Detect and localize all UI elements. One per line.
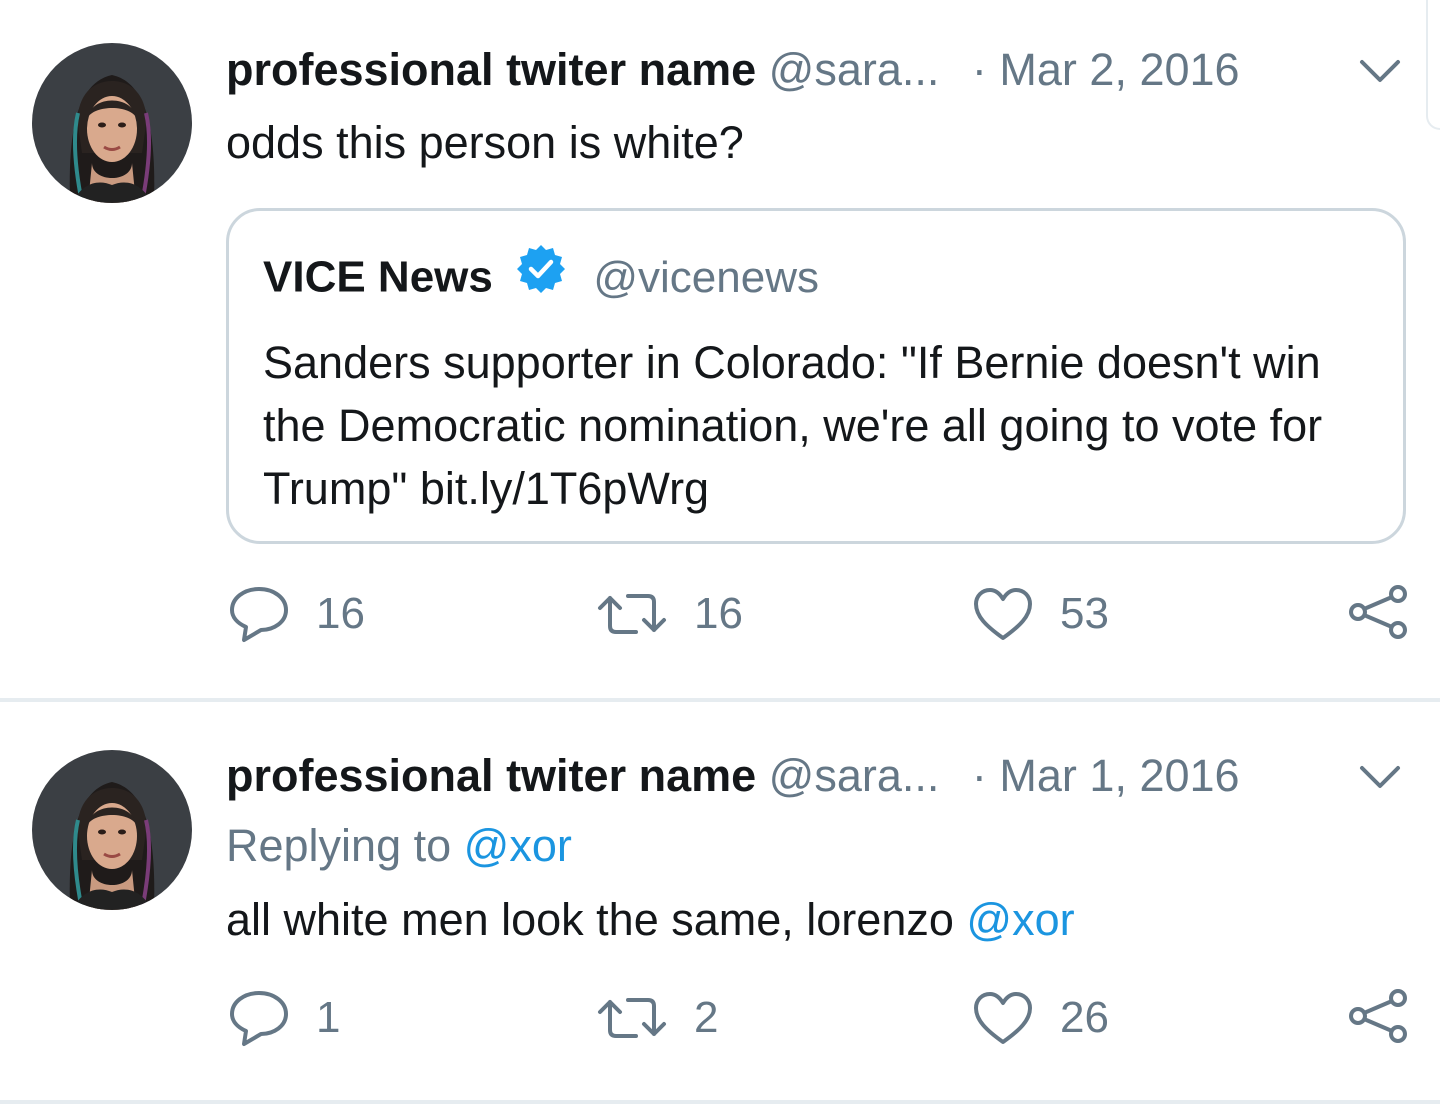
retweet-arrows-icon [598, 998, 666, 1038]
author-handle[interactable]: @sara... [769, 44, 940, 95]
avatar[interactable] [32, 43, 192, 203]
retweet-count: 16 [694, 589, 743, 638]
quoted-header: VICE News @vicenews [263, 245, 819, 313]
tweet-header: professional twiter name @sara... · Mar … [226, 748, 1240, 804]
reply-button[interactable]: 16 [228, 586, 365, 642]
retweet-button[interactable]: 16 [596, 586, 743, 642]
quoted-tweet[interactable]: VICE News @vicenews Sanders supporter in… [226, 208, 1406, 544]
separator-dot: · [971, 750, 987, 801]
tweet-text: odds this person is white? [226, 117, 744, 168]
like-button[interactable]: 53 [972, 586, 1109, 642]
verified-badge-icon [515, 243, 567, 309]
quoted-author-name: VICE News [263, 252, 493, 302]
tweet-header: professional twiter name @sara... · Mar … [226, 42, 1240, 98]
like-count: 53 [1060, 589, 1109, 638]
tweet-text: all white men look the same, lorenzo [226, 894, 954, 945]
reply-button[interactable]: 1 [228, 990, 340, 1046]
retweet-count: 2 [694, 993, 719, 1042]
author-name[interactable]: professional twiter name [226, 750, 756, 801]
share-nodes-icon [1349, 585, 1407, 639]
share-nodes-icon [1349, 989, 1407, 1043]
author-handle[interactable]: @sara... [769, 750, 940, 801]
scrollbar[interactable] [1426, 0, 1440, 130]
author-name[interactable]: professional twiter name [226, 44, 756, 95]
heart-icon [974, 588, 1032, 640]
reply-count: 1 [316, 993, 341, 1042]
speech-bubble-icon [230, 587, 288, 642]
mention-link[interactable]: @xor [966, 894, 1074, 945]
heart-icon [974, 992, 1032, 1044]
replying-to: Replying to @xor [226, 818, 572, 874]
tweet-date[interactable]: Mar 1, 2016 [999, 750, 1239, 801]
chevron-down-icon[interactable] [1352, 748, 1408, 804]
share-button[interactable] [1346, 988, 1410, 1044]
chevron-down-icon[interactable] [1352, 42, 1408, 98]
retweet-button[interactable]: 2 [596, 990, 718, 1046]
quoted-text: Sanders supporter in Colorado: "If Berni… [263, 337, 1323, 514]
separator-dot: · [971, 44, 987, 95]
replying-to-label: Replying to [226, 820, 452, 871]
tweet-date[interactable]: Mar 2, 2016 [999, 44, 1239, 95]
like-button[interactable]: 26 [972, 990, 1109, 1046]
retweet-arrows-icon [598, 594, 666, 634]
tweet[interactable]: professional twiter name @sara... · Mar … [0, 702, 1440, 1100]
replying-to-handle[interactable]: @xor [464, 820, 572, 871]
speech-bubble-icon [230, 991, 288, 1046]
reply-count: 16 [316, 589, 365, 638]
tweet-text-line: all white men look the same, lorenzo @xo… [226, 892, 1075, 948]
like-count: 26 [1060, 993, 1109, 1042]
tweet[interactable]: professional twiter name @sara... · Mar … [0, 0, 1440, 698]
avatar[interactable] [32, 750, 192, 910]
share-button[interactable] [1346, 584, 1410, 640]
quoted-author-handle: @vicenews [593, 252, 819, 302]
divider [0, 1100, 1440, 1104]
